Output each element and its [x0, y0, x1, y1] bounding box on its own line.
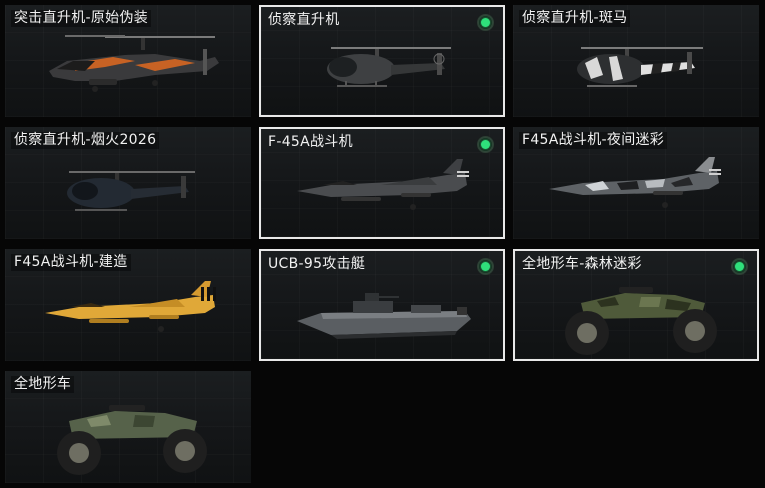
vehicle-card-label: 侦察直升机: [268, 12, 340, 28]
vehicle-card-label: UCB-95攻击艇: [268, 256, 366, 272]
vehicle-card-label: F45A战斗机-建造: [11, 254, 131, 271]
vehicle-card-atv[interactable]: 全地形车: [5, 371, 251, 483]
vehicle-card-ucb95-attack-boat[interactable]: UCB-95攻击艇: [259, 249, 505, 361]
vehicle-card-scout-helicopter-zebra[interactable]: 侦察直升机-斑马: [513, 5, 759, 117]
vehicle-card-scout-helicopter[interactable]: 侦察直升机: [259, 5, 505, 117]
vehicle-card-label: 侦察直升机-烟火2026: [11, 132, 160, 149]
vehicle-card-f45a-fighter[interactable]: F-45A战斗机: [259, 127, 505, 239]
equipped-status-icon: [477, 258, 494, 275]
equipped-status-icon: [477, 136, 494, 153]
vehicle-card-label: 侦察直升机-斑马: [519, 10, 631, 27]
vehicle-skin-grid: 突击直升机-原始伪装 侦察直升机 侦察直升机-斑马 侦察直升机-烟火2026 F…: [0, 0, 765, 488]
vehicle-card-label: 突击直升机-原始伪装: [11, 10, 152, 27]
vehicle-card-label: 全地形车: [11, 376, 75, 393]
vehicle-card-label: F-45A战斗机: [268, 134, 353, 150]
vehicle-card-scout-helicopter-fireworks[interactable]: 侦察直升机-烟火2026: [5, 127, 251, 239]
vehicle-card-attack-helicopter-original[interactable]: 突击直升机-原始伪装: [5, 5, 251, 117]
vehicle-card-f45a-fighter-build[interactable]: F45A战斗机-建造: [5, 249, 251, 361]
equipped-status-icon: [477, 14, 494, 31]
vehicle-card-atv-forest-camo[interactable]: 全地形车-森林迷彩: [513, 249, 759, 361]
equipped-status-icon: [731, 258, 748, 275]
vehicle-card-f45a-fighter-night-camo[interactable]: F45A战斗机-夜间迷彩: [513, 127, 759, 239]
vehicle-card-label: F45A战斗机-夜间迷彩: [519, 132, 668, 149]
vehicle-card-label: 全地形车-森林迷彩: [522, 256, 642, 272]
